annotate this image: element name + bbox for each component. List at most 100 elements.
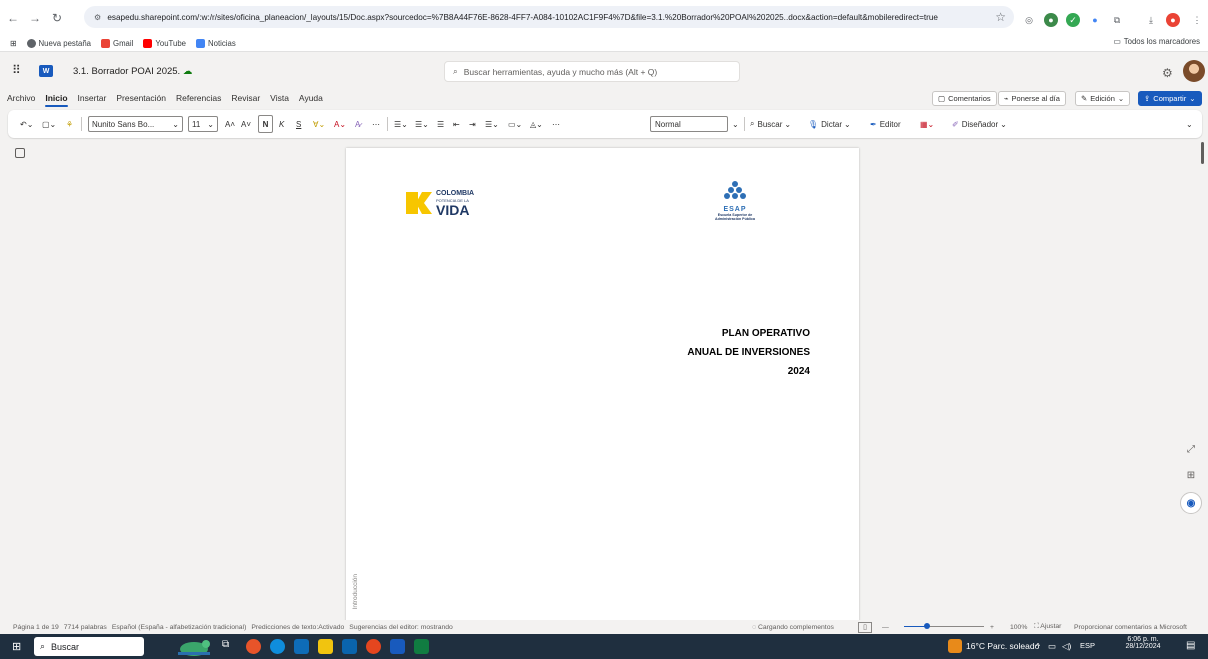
windows-start-icon[interactable]: ⊞ bbox=[12, 640, 21, 653]
extension-blue-icon[interactable]: ● bbox=[1088, 13, 1102, 27]
text-predictions-status[interactable]: Predicciones de texto:Activado bbox=[251, 624, 344, 631]
profile-icon[interactable]: ● bbox=[1166, 13, 1180, 27]
align-icon[interactable]: ☰⌄ bbox=[485, 115, 499, 133]
decrease-indent-icon[interactable]: ⇤ bbox=[453, 115, 460, 133]
bookmark-star-icon[interactable]: ☆ bbox=[995, 10, 1006, 24]
file-explorer-icon[interactable] bbox=[318, 639, 333, 654]
dictate-button[interactable]: 🎙 Dictar ⌄ bbox=[808, 115, 851, 133]
site-settings-icon[interactable]: ⚙ bbox=[94, 12, 101, 22]
shading-icon[interactable]: ◬⌄ bbox=[530, 115, 543, 133]
table-icon[interactable]: ▦⌄ bbox=[920, 115, 934, 133]
style-select[interactable]: Normal bbox=[650, 116, 728, 132]
search-input[interactable]: ⌕ Buscar herramientas, ayuda y mucho más… bbox=[444, 61, 740, 82]
editor-suggestions-status[interactable]: Sugerencias del editor: mostrando bbox=[349, 624, 453, 631]
shrink-font-icon[interactable]: A˅ bbox=[241, 115, 251, 133]
more-font-icon[interactable]: ⋯ bbox=[372, 115, 380, 133]
turtle-widget-icon[interactable] bbox=[170, 635, 216, 658]
tray-chevron-icon[interactable]: ^ bbox=[1036, 641, 1040, 651]
forward-icon[interactable]: → bbox=[26, 9, 44, 27]
tab-inicio[interactable]: Inicio bbox=[45, 93, 68, 107]
edge-icon[interactable] bbox=[270, 639, 285, 654]
zoom-slider-thumb[interactable] bbox=[924, 623, 930, 629]
clear-format-icon[interactable]: A̷ bbox=[355, 115, 360, 133]
outlook-icon[interactable] bbox=[342, 639, 357, 654]
app-launcher-icon[interactable]: ⠿ bbox=[12, 63, 21, 77]
font-family-select[interactable]: Nunito Sans Bo... ⌄ bbox=[88, 116, 183, 132]
bookmark-gmail[interactable]: Gmail bbox=[101, 38, 133, 48]
comments-button[interactable]: ▢ Comentarios bbox=[932, 91, 997, 106]
expand-ribbon-icon[interactable]: ⌄ bbox=[1186, 115, 1193, 133]
word-logo-icon[interactable]: W bbox=[39, 65, 53, 77]
share-button[interactable]: ⇪ Compartir ⌄ bbox=[1138, 91, 1202, 106]
catch-up-button[interactable]: ⌁ Ponerse al día bbox=[998, 91, 1066, 106]
clock[interactable]: 6:06 p. m. 28/12/2024 bbox=[1118, 636, 1168, 650]
scrollbar-thumb[interactable] bbox=[1201, 142, 1204, 164]
download-icon[interactable]: ⤓ bbox=[1144, 13, 1158, 27]
back-icon[interactable]: ← bbox=[4, 9, 22, 27]
address-bar[interactable]: ⚙ esapedu.sharepoint.com/:w:/r/sites/ofi… bbox=[84, 6, 1014, 28]
line-spacing-icon[interactable]: ▭⌄ bbox=[508, 115, 522, 133]
font-size-select[interactable]: 11 ⌄ bbox=[188, 116, 218, 132]
weather-icon[interactable] bbox=[948, 639, 962, 653]
bold-button[interactable]: N bbox=[258, 115, 273, 133]
tab-ayuda[interactable]: Ayuda bbox=[299, 93, 323, 103]
page-count[interactable]: Página 1 de 19 bbox=[13, 624, 59, 631]
grow-font-icon[interactable]: A˄ bbox=[225, 115, 235, 133]
expand-side-icon[interactable]: ⤢ bbox=[1180, 438, 1202, 460]
clipboard-icon[interactable]: ▢⌄ bbox=[42, 115, 56, 133]
bookmark-youtube[interactable]: YouTube bbox=[143, 38, 186, 48]
apps-grid-icon[interactable]: ⊞ bbox=[10, 39, 17, 48]
underline-button[interactable]: S bbox=[296, 115, 301, 133]
find-button[interactable]: ⌕ Buscar ⌄ bbox=[750, 115, 791, 133]
bullets-icon[interactable]: ☰⌄ bbox=[394, 115, 408, 133]
designer-button[interactable]: ✐ Diseñador ⌄ bbox=[952, 115, 1007, 133]
all-bookmarks[interactable]: ▭ Todos los marcadores bbox=[1113, 37, 1200, 46]
shield-extension-icon[interactable]: ✓ bbox=[1066, 13, 1080, 27]
fit-button[interactable]: ⛶ Ajustar bbox=[1034, 623, 1061, 631]
bookmark-news[interactable]: Noticias bbox=[196, 38, 236, 48]
volume-icon[interactable]: ◁) bbox=[1062, 641, 1071, 652]
task-view-icon[interactable]: ⧉ bbox=[222, 639, 237, 654]
store-icon[interactable] bbox=[294, 639, 309, 654]
font-color-icon[interactable]: A⌄ bbox=[334, 115, 346, 133]
style-dropdown-icon[interactable]: ⌄ bbox=[732, 115, 739, 133]
editing-mode-button[interactable]: ✎ Edición ⌄ bbox=[1075, 91, 1131, 106]
zoom-in-icon[interactable]: + bbox=[990, 624, 994, 631]
word-taskbar-icon[interactable] bbox=[390, 639, 405, 654]
zoom-out-icon[interactable]: — bbox=[882, 624, 889, 631]
menu-kebab-icon[interactable]: ⋮ bbox=[1190, 13, 1204, 27]
tab-vista[interactable]: Vista bbox=[270, 93, 289, 103]
settings-gear-icon[interactable]: ⚙ bbox=[1162, 66, 1173, 80]
tab-referencias[interactable]: Referencias bbox=[176, 93, 221, 103]
format-painter-icon[interactable]: ⚘ bbox=[66, 115, 73, 133]
extension-icon[interactable]: ◎ bbox=[1022, 13, 1036, 27]
chrome-taskbar-icon[interactable] bbox=[366, 639, 381, 654]
notifications-icon[interactable]: ▤ bbox=[1186, 640, 1195, 651]
more-paragraph-icon[interactable]: ⋯ bbox=[552, 115, 560, 133]
apps-side-icon[interactable]: ⊞ bbox=[1180, 464, 1202, 486]
undo-icon[interactable]: ↶⌄ bbox=[20, 115, 33, 133]
language-status[interactable]: Español (España - alfabetización tradici… bbox=[112, 624, 247, 631]
tab-revisar[interactable]: Revisar bbox=[231, 93, 260, 103]
weather-text[interactable]: 16°C Parc. soleado bbox=[966, 641, 1039, 651]
tab-archivo[interactable]: Archivo bbox=[7, 93, 35, 103]
extensions-puzzle-icon[interactable]: ⧉ bbox=[1110, 13, 1124, 27]
increase-indent-icon[interactable]: ⇥ bbox=[469, 115, 476, 133]
extension-green-icon[interactable]: ● bbox=[1044, 13, 1058, 27]
document-title[interactable]: 3.1. Borrador POAI 2025. ☁ bbox=[73, 66, 192, 77]
copilot-taskbar-icon[interactable] bbox=[246, 639, 261, 654]
document-page[interactable] bbox=[346, 148, 859, 622]
feedback-link[interactable]: Proporcionar comentarios a Microsoft bbox=[1074, 624, 1187, 631]
reload-icon[interactable]: ↻ bbox=[48, 9, 66, 27]
network-icon[interactable]: ▭ bbox=[1048, 641, 1056, 652]
highlight-icon[interactable]: ∀⌄ bbox=[313, 115, 325, 133]
excel-taskbar-icon[interactable] bbox=[414, 639, 429, 654]
editor-button[interactable]: ✒ Editor bbox=[870, 115, 901, 133]
zoom-level[interactable]: 100% bbox=[1010, 624, 1027, 631]
bookmark-new-tab[interactable]: Nueva pestaña bbox=[26, 38, 91, 48]
view-mode-icon[interactable]: ▯ bbox=[858, 621, 872, 633]
avatar[interactable] bbox=[1183, 60, 1205, 82]
taskbar-search-input[interactable]: ⌕ Buscar bbox=[34, 637, 144, 656]
copilot-icon[interactable]: ◉ bbox=[1180, 492, 1202, 514]
multilevel-list-icon[interactable]: ☰ bbox=[437, 115, 444, 133]
